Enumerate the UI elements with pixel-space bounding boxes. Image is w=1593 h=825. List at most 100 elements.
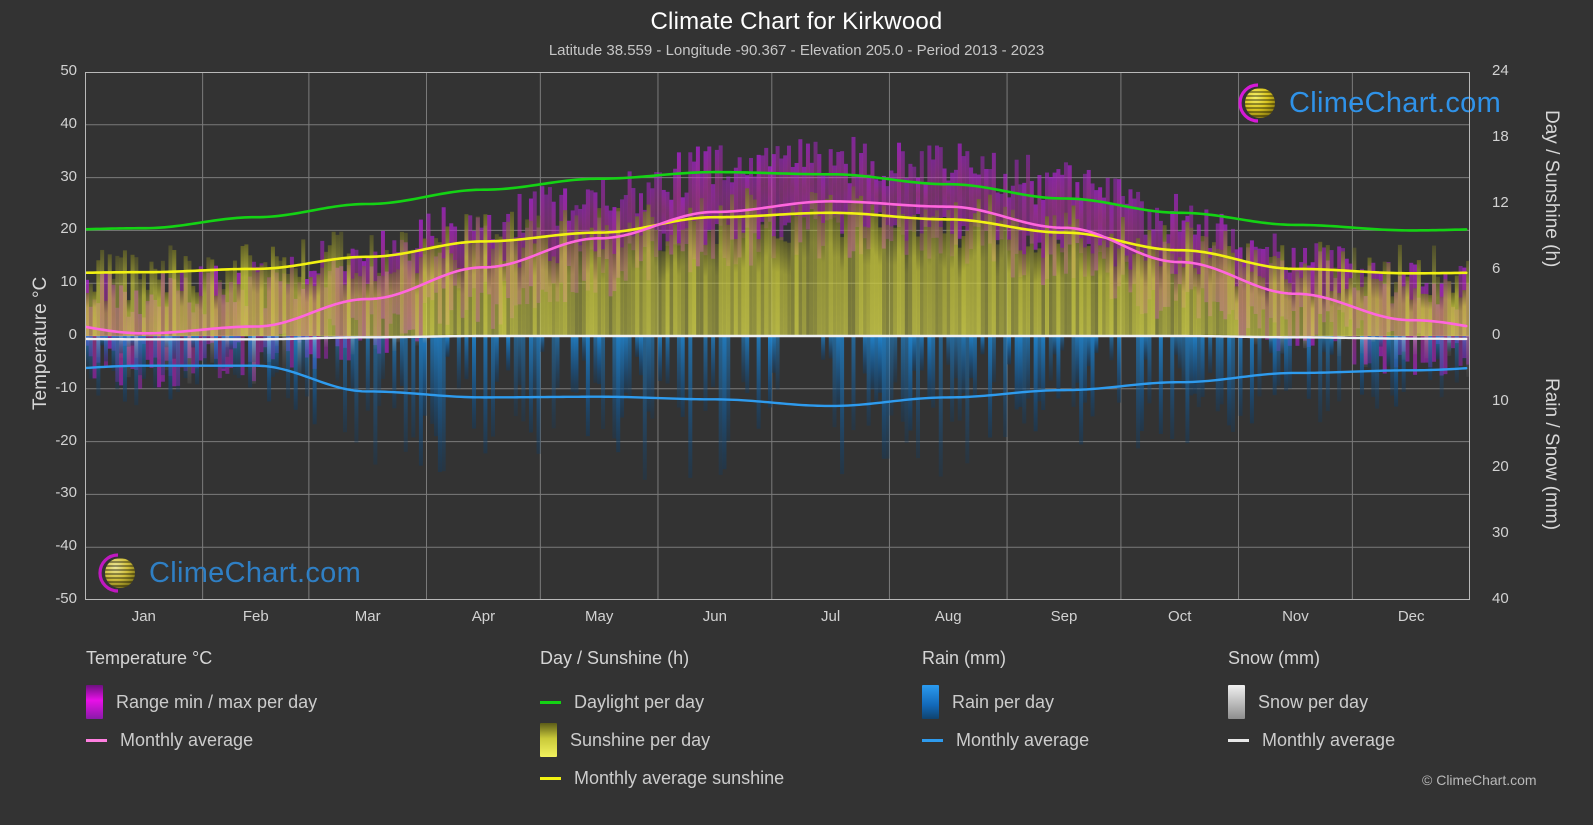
snow-bar bbox=[126, 336, 131, 378]
sunshine-bar bbox=[919, 233, 924, 336]
rain-bar bbox=[676, 336, 681, 408]
rain-bar bbox=[961, 336, 966, 394]
legend-item[interactable]: Range min / max per day bbox=[86, 683, 317, 721]
sunshine-bar bbox=[1063, 212, 1068, 336]
sunshine-bar bbox=[1306, 269, 1311, 336]
sunshine-bar bbox=[346, 253, 351, 336]
rain-bar bbox=[232, 336, 237, 375]
rain-bar bbox=[506, 336, 511, 371]
temp-range-bar bbox=[741, 171, 746, 238]
watermark-bottom: ClimeChart.com bbox=[92, 549, 361, 597]
temp-range-bar bbox=[1124, 203, 1129, 262]
rain-bar bbox=[1117, 336, 1122, 403]
rain-bar bbox=[536, 336, 541, 454]
legend-item[interactable]: Snow per day bbox=[1228, 683, 1395, 721]
sunshine-bar bbox=[900, 214, 905, 336]
sunshine-bar bbox=[1033, 252, 1038, 336]
sunshine-bar bbox=[445, 226, 450, 336]
sunshine-bar bbox=[783, 241, 788, 336]
rain-bar bbox=[335, 336, 340, 382]
sunshine-bar bbox=[881, 205, 886, 336]
sunshine-bar bbox=[460, 271, 465, 336]
temp-range-bar bbox=[1056, 169, 1061, 240]
legend-item[interactable]: Monthly average bbox=[922, 721, 1089, 759]
temp-range-bar bbox=[756, 154, 761, 252]
rain-bar bbox=[980, 336, 985, 355]
sunshine-bar bbox=[1447, 281, 1452, 336]
sunshine-bar bbox=[608, 237, 613, 336]
legend-swatch-icon bbox=[86, 685, 103, 719]
rain-bar bbox=[422, 336, 427, 416]
sunshine-bar bbox=[1280, 245, 1285, 336]
chart-legend: Temperature °C Range min / max per day Mon… bbox=[0, 648, 1593, 825]
sunshine-bar bbox=[616, 207, 621, 336]
rain-bar bbox=[771, 336, 776, 373]
sunshine-bar bbox=[1014, 218, 1019, 336]
sunshine-bar bbox=[1211, 242, 1216, 336]
left-tick-label: 10 bbox=[60, 273, 77, 291]
sunshine-bar bbox=[582, 234, 587, 336]
sunshine-bar bbox=[741, 232, 746, 336]
sunshine-bar bbox=[912, 215, 917, 336]
left-tick-label: -40 bbox=[55, 537, 77, 555]
sunshine-bar bbox=[1378, 280, 1383, 336]
rain-bar bbox=[513, 336, 518, 417]
sunshine-bar bbox=[525, 219, 530, 336]
legend-item[interactable]: Rain per day bbox=[922, 683, 1089, 721]
sunshine-bar bbox=[1454, 275, 1459, 336]
rain-bar bbox=[445, 336, 450, 357]
legend-line-icon bbox=[540, 700, 561, 704]
sunshine-bar bbox=[1435, 276, 1440, 336]
sunshine-bar bbox=[1193, 268, 1197, 336]
rain-bar bbox=[532, 336, 537, 399]
watermark-text: ClimeChart.com bbox=[149, 556, 362, 589]
sunshine-bar bbox=[1405, 276, 1410, 336]
rain-bar bbox=[821, 336, 826, 360]
sunshine-bar bbox=[1041, 257, 1046, 336]
legend-item[interactable]: Monthly average bbox=[1228, 721, 1395, 759]
sunshine-bar bbox=[563, 210, 568, 336]
rain-bar bbox=[141, 336, 146, 379]
sunshine-bar bbox=[1086, 246, 1091, 336]
rain-bar bbox=[711, 336, 716, 388]
rain-bar bbox=[927, 336, 932, 401]
sunshine-bar bbox=[517, 267, 522, 336]
sunshine-bar bbox=[828, 194, 833, 336]
sunshine-bar bbox=[1162, 225, 1167, 336]
rain-bar bbox=[874, 336, 879, 405]
temp-range-bar bbox=[840, 151, 845, 234]
sunshine-bar bbox=[301, 239, 306, 336]
temp-range-bar bbox=[665, 191, 670, 246]
sunshine-bar bbox=[718, 205, 723, 336]
rain-bar bbox=[464, 336, 469, 380]
left-tick-label: 30 bbox=[60, 167, 77, 185]
snow-bar bbox=[1363, 336, 1368, 368]
sunshine-bar bbox=[164, 292, 169, 336]
plot-area[interactable] bbox=[85, 72, 1470, 600]
sunshine-bar bbox=[1303, 263, 1308, 336]
rain-bar bbox=[380, 336, 385, 379]
rain-bar bbox=[657, 336, 662, 381]
sunshine-bar bbox=[1181, 267, 1186, 336]
legend-item[interactable]: Monthly average sunshine bbox=[540, 759, 784, 797]
sunshine-bar bbox=[1098, 245, 1103, 336]
sunshine-bar bbox=[733, 238, 738, 336]
legend-item[interactable]: Sunshine per day bbox=[540, 721, 784, 759]
sunshine-bar bbox=[1291, 294, 1296, 336]
rain-bar bbox=[908, 336, 913, 431]
sunshine-bar bbox=[1314, 270, 1319, 336]
sunshine-bar bbox=[866, 227, 871, 336]
legend-item[interactable]: Daylight per day bbox=[540, 683, 784, 721]
sunshine-bar bbox=[1322, 295, 1326, 336]
legend-item[interactable]: Monthly average bbox=[86, 721, 317, 759]
climechart-logo-icon bbox=[1232, 79, 1280, 127]
temp-range-bar bbox=[1060, 174, 1065, 253]
sunshine-bar bbox=[771, 236, 776, 336]
sunshine-bar bbox=[244, 244, 249, 336]
chart-canvas bbox=[85, 72, 1470, 600]
sunshine-bar bbox=[449, 253, 454, 336]
sunshine-bar bbox=[950, 233, 955, 336]
sunshine-bar bbox=[1143, 260, 1148, 336]
sunshine-bar bbox=[650, 216, 655, 336]
sunshine-bar bbox=[737, 214, 742, 336]
